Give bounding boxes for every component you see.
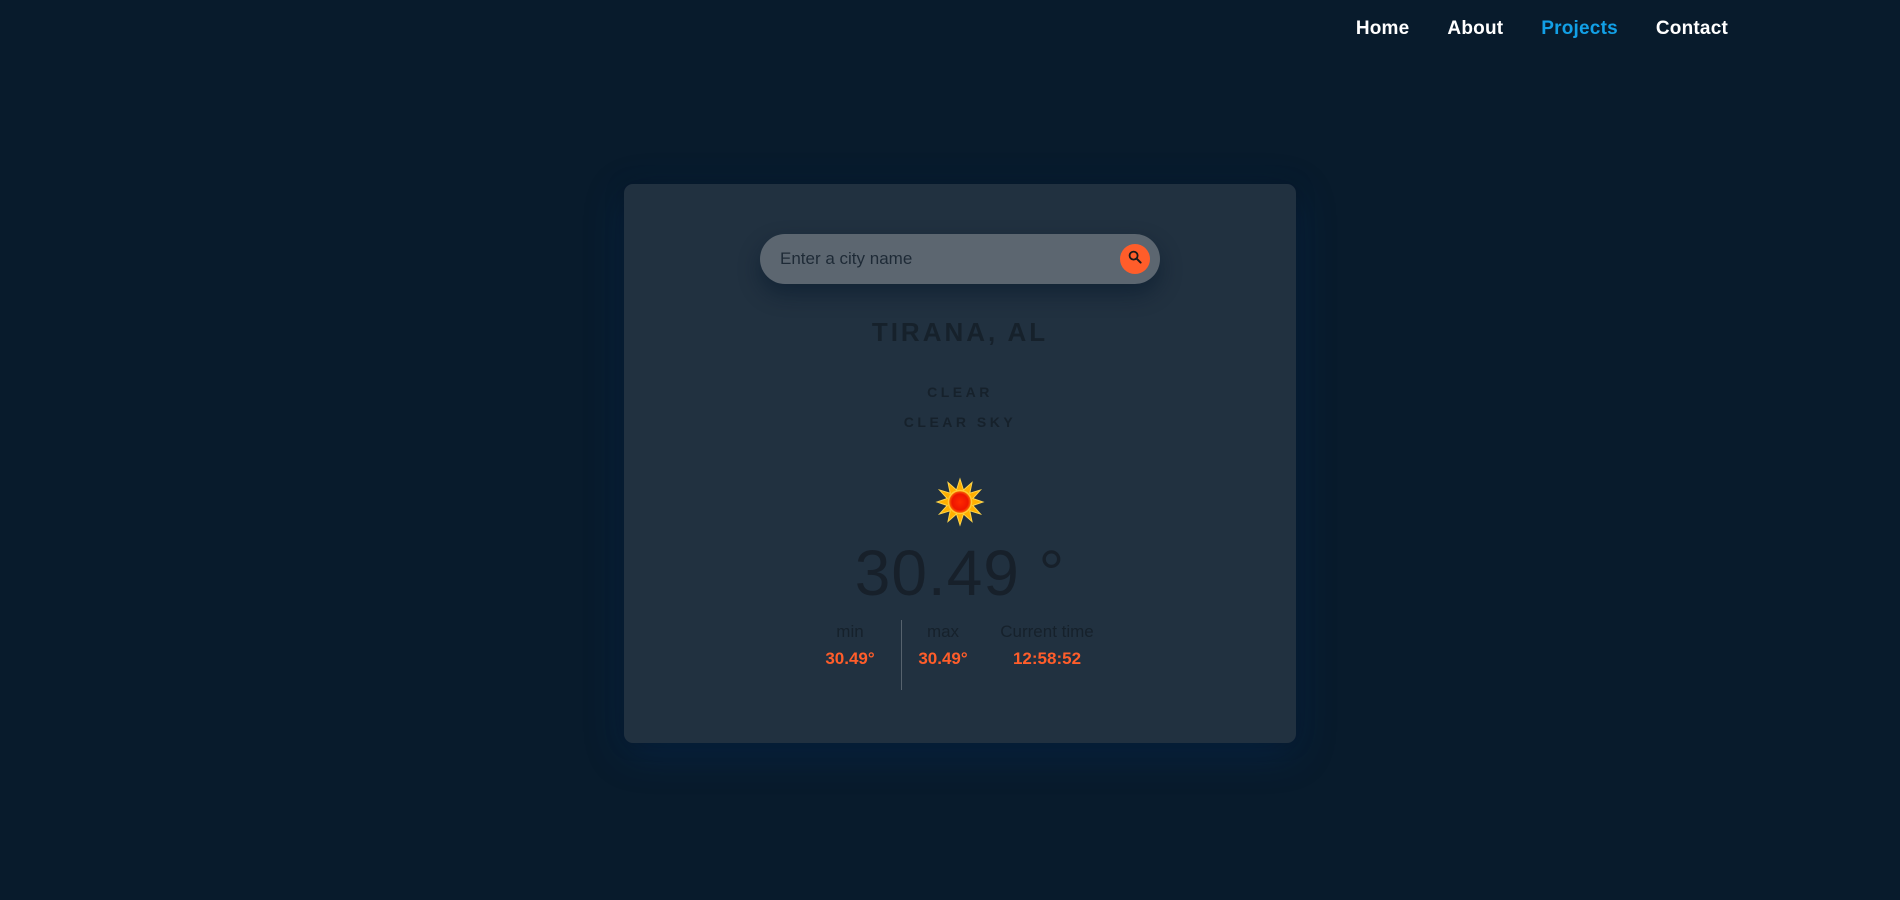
temperature: 30.49 ° xyxy=(854,537,1066,609)
sun-icon xyxy=(935,477,985,527)
min-value: 30.49° xyxy=(825,649,875,668)
min-label: min xyxy=(836,622,864,641)
nav-home[interactable]: Home xyxy=(1356,18,1410,40)
time-label: Current time xyxy=(1000,622,1094,641)
max-value: 30.49° xyxy=(918,649,968,668)
weather-main: CLEAR xyxy=(927,384,993,400)
current-time: Current time 12:58:52 xyxy=(984,622,1110,690)
weather-stats: min 30.49° max 30.49° Current time 12:58… xyxy=(624,620,1296,690)
time-value: 12:58:52 xyxy=(1012,649,1082,668)
nav-projects[interactable]: Projects xyxy=(1541,18,1618,40)
city-name: TIRANA, AL xyxy=(871,317,1049,347)
search-icon xyxy=(1128,250,1142,269)
weather-card: TIRANA, AL CLEAR CLEAR SKY 30.49 ° min 3… xyxy=(624,184,1296,743)
min-temp: min 30.49° xyxy=(810,622,890,690)
search-bar xyxy=(760,234,1160,284)
main-nav: Home About Projects Contact xyxy=(1356,18,1728,40)
max-label: max xyxy=(926,622,960,641)
nav-about[interactable]: About xyxy=(1447,18,1503,40)
nav-contact[interactable]: Contact xyxy=(1656,18,1728,40)
search-button[interactable] xyxy=(1120,244,1150,274)
max-temp: max 30.49° xyxy=(902,622,984,690)
weather-description: CLEAR SKY xyxy=(903,414,1017,430)
city-search-input[interactable] xyxy=(760,234,1120,284)
